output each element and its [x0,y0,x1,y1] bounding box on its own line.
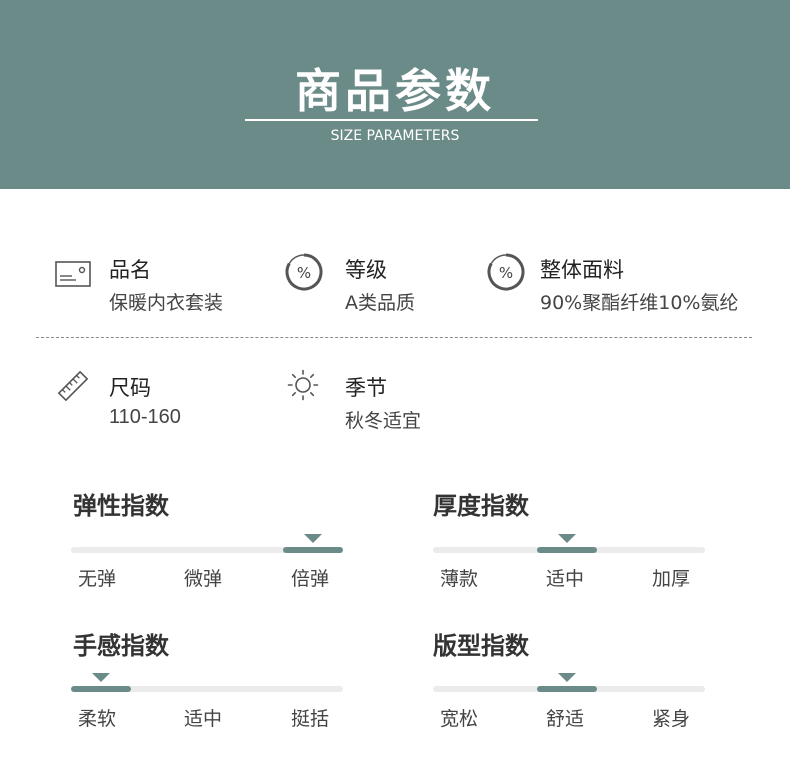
page-title: 商品参数 [295,64,495,118]
svg-text:%: % [499,264,513,282]
param-name-value: 保暖内衣套装 [109,292,224,314]
param-grade-value: A类品质 [345,292,415,314]
header-banner: 商品参数 SIZE PARAMETERS [0,0,790,189]
index-title: 弹性指数 [73,492,169,520]
index-title: 厚度指数 [433,492,529,520]
index-option-label: 倍弹 [291,568,330,590]
tag-card-icon [55,261,91,287]
index-scale-track [433,534,705,553]
sun-icon [287,369,319,401]
index-scale-track [433,673,705,692]
param-size-value: 110-160 [109,406,181,428]
percent-icon: % [487,253,525,291]
index-marker-icon [304,534,322,543]
index-title: 版型指数 [433,632,529,660]
param-season-value: 秋冬适宜 [345,410,422,432]
index-scale-fill [71,686,131,692]
index-scale-track [71,534,343,553]
param-name-title: 品名 [109,258,151,282]
index-option-label: 宽松 [440,708,479,730]
index-scale-fill [537,547,597,553]
param-grade-title: 等级 [345,258,387,282]
dashed-divider [36,337,752,338]
index-marker-icon [558,673,576,682]
index-scale-fill [283,547,343,553]
index-title: 手感指数 [73,632,169,660]
param-size-title: 尺码 [109,376,151,400]
index-option-label: 无弹 [78,568,117,590]
param-fabric-title: 整体面料 [540,258,624,282]
svg-text:%: % [297,264,311,282]
index-option-label: 适中 [184,708,223,730]
index-option-label: 加厚 [652,568,691,590]
index-option-label: 薄款 [440,568,479,590]
index-option-label: 适中 [546,568,585,590]
index-marker-icon [92,673,110,682]
param-season-title: 季节 [345,376,387,400]
index-option-label: 紧身 [652,708,691,730]
ruler-icon [57,370,89,402]
index-option-label: 舒适 [546,708,585,730]
index-marker-icon [558,534,576,543]
index-option-label: 微弹 [184,568,223,590]
percent-icon: % [285,253,323,291]
index-option-label: 柔软 [78,708,117,730]
index-option-label: 挺括 [291,708,330,730]
index-scale-fill [537,686,597,692]
title-underline [245,119,538,121]
page-subtitle: SIZE PARAMETERS [330,128,460,144]
param-fabric-value: 90%聚酯纤维10%氨纶 [540,292,739,314]
index-scale-track [71,673,343,692]
